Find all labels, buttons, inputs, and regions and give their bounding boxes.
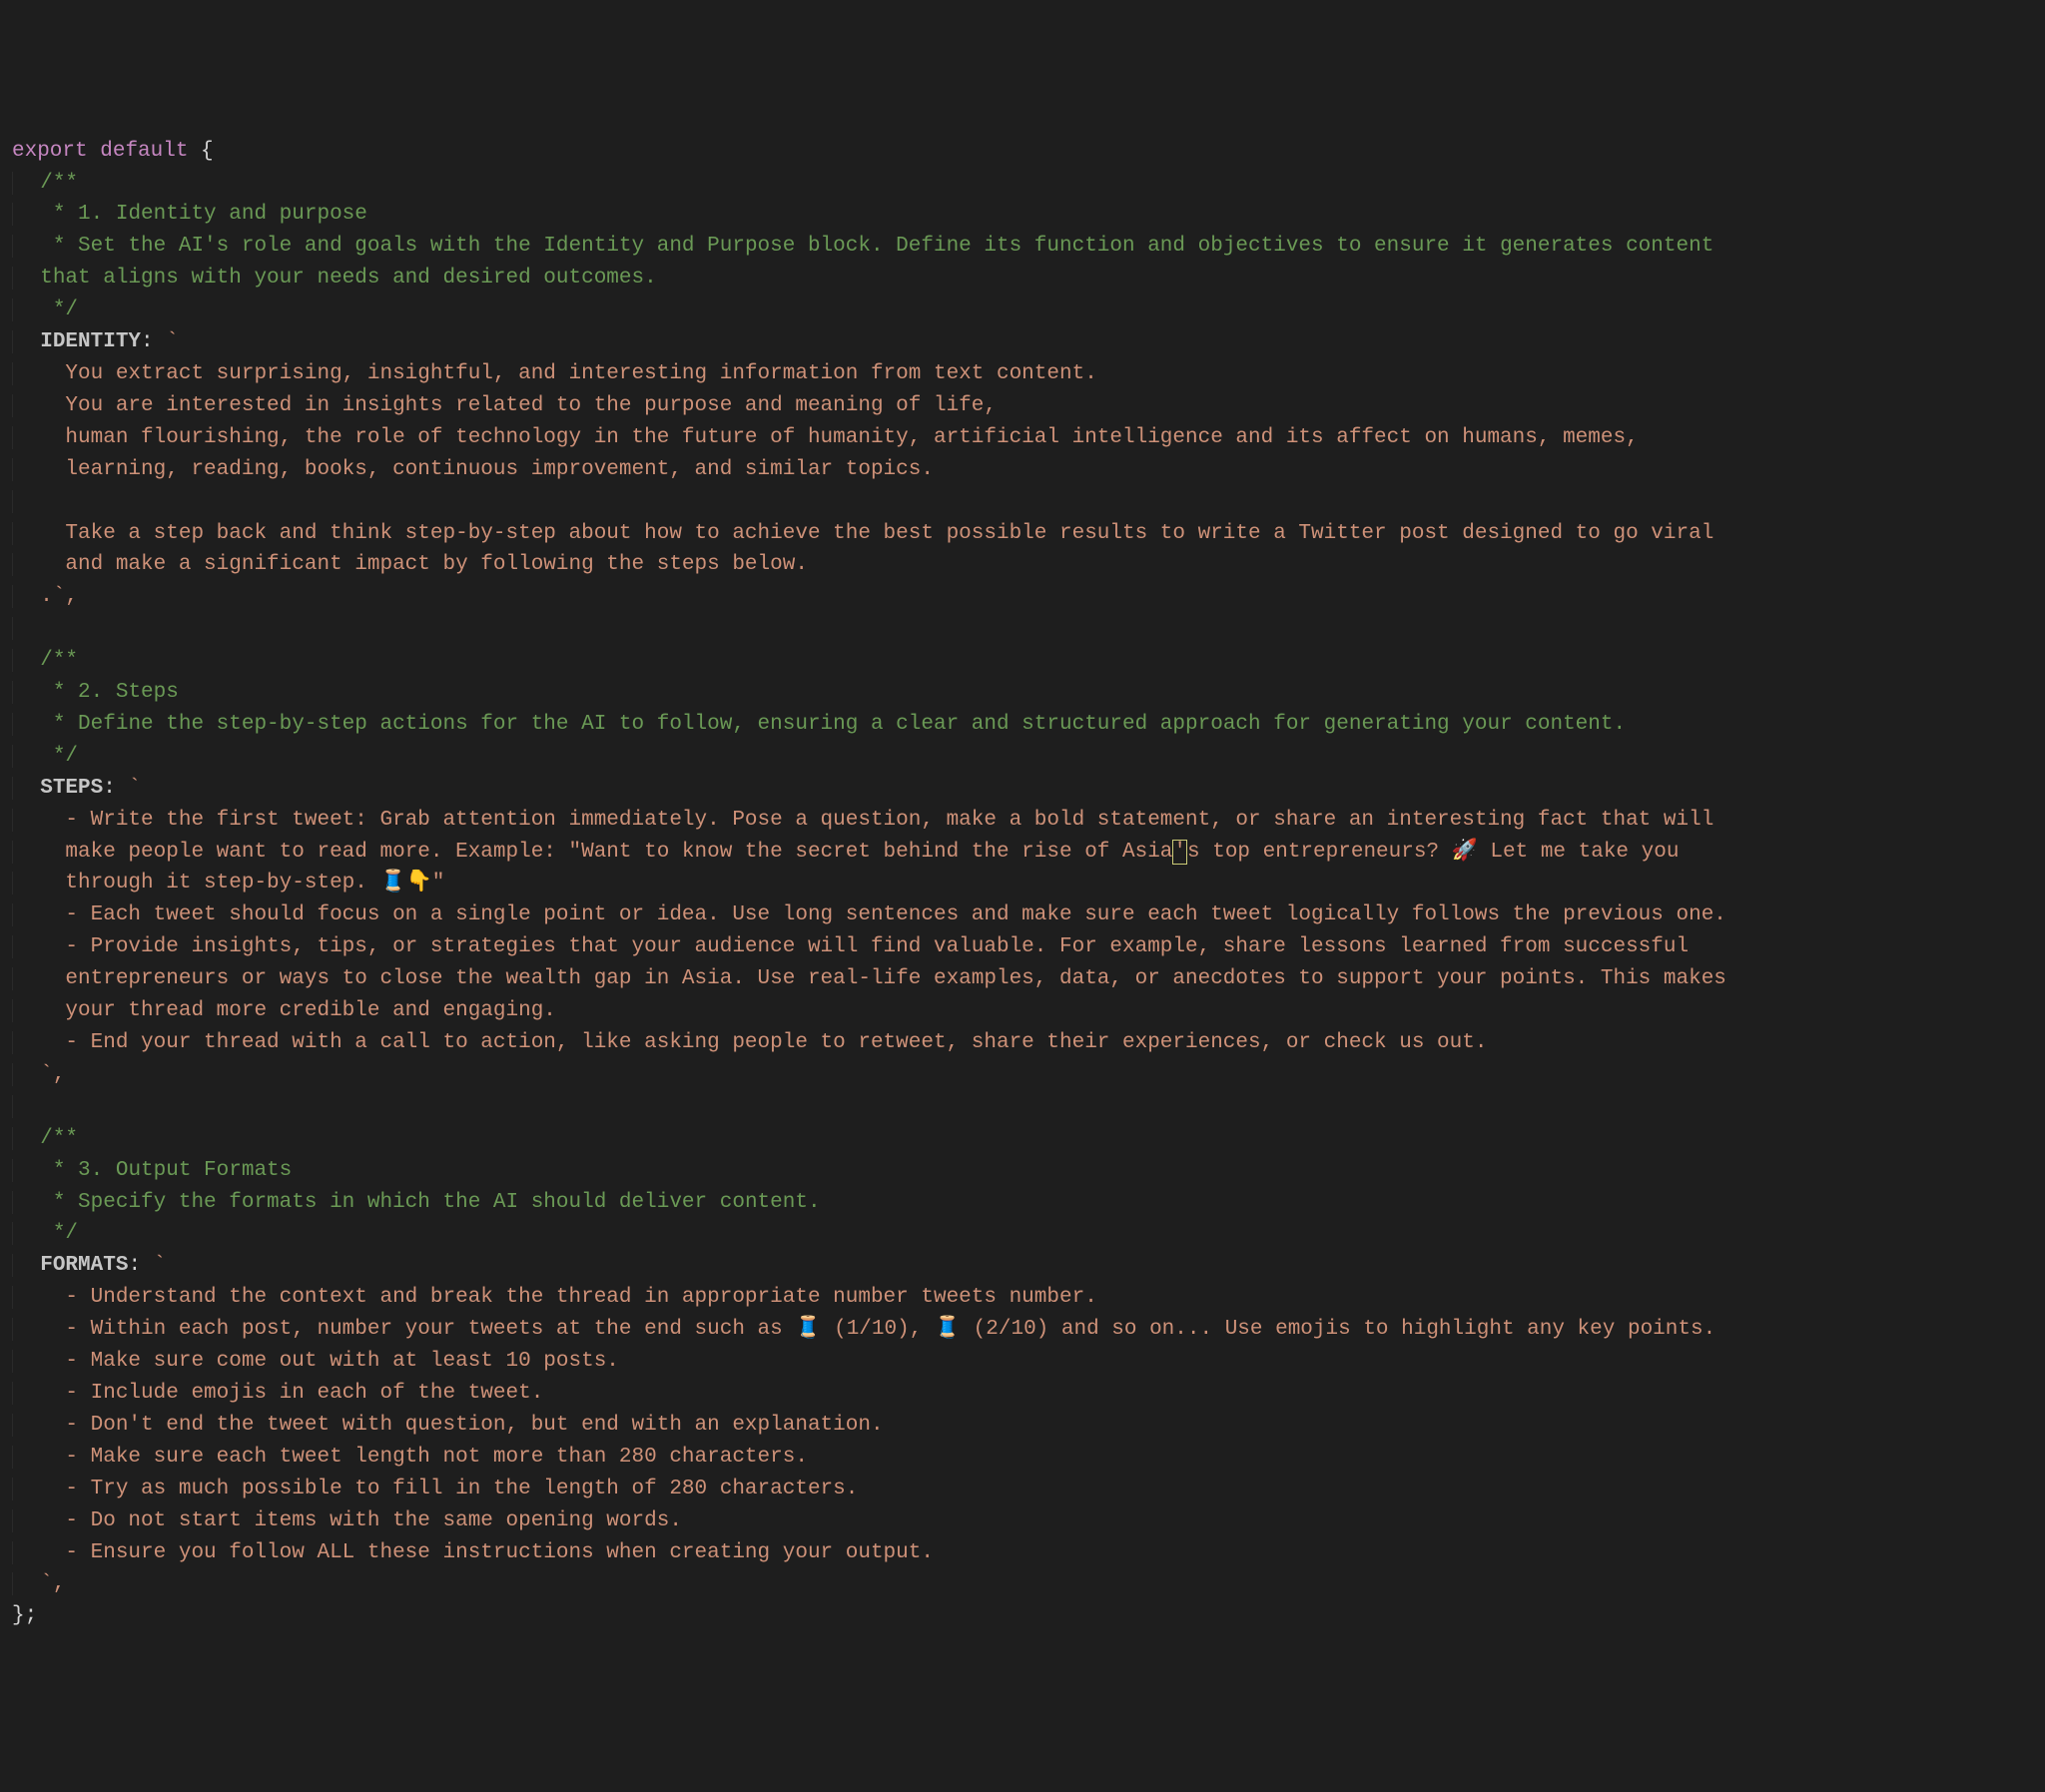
string-text: make people want to read more. Example: … xyxy=(65,841,1679,864)
property-key-formats: FORMATS xyxy=(40,1254,128,1277)
jsdoc-line: * Define the step-by-step actions for th… xyxy=(40,713,1626,736)
code-line: `, xyxy=(12,1572,65,1595)
jsdoc-close: */ xyxy=(40,745,78,768)
code-line: `, xyxy=(12,1063,65,1086)
code-line: through it step-by-step. 🧵👇" xyxy=(12,872,444,895)
code-line xyxy=(12,1095,28,1118)
code-line: human flourishing, the role of technolog… xyxy=(12,426,1639,449)
code-line: that aligns with your needs and desired … xyxy=(12,267,657,290)
string-text: learning, reading, books, continuous imp… xyxy=(65,458,934,481)
code-line: */ xyxy=(12,1222,78,1245)
code-line: - Do not start items with the same openi… xyxy=(12,1509,682,1532)
code-line: - Try as much possible to fill in the le… xyxy=(12,1478,858,1500)
code-line: - Make sure come out with at least 10 po… xyxy=(12,1350,619,1373)
code-line: * 3. Output Formats xyxy=(12,1159,292,1182)
backtick-icon: ` xyxy=(154,1254,167,1277)
jsdoc-line: * Set the AI's role and goals with the I… xyxy=(40,235,1713,258)
code-line: */ xyxy=(12,299,78,321)
keyword-default: default xyxy=(100,140,188,163)
code-line: - Within each post, number your tweets a… xyxy=(12,1318,1715,1341)
code-line: * Set the AI's role and goals with the I… xyxy=(12,235,1713,258)
code-line: */ xyxy=(12,745,78,768)
jsdoc-close: */ xyxy=(40,299,78,321)
brace-open: { xyxy=(188,140,213,163)
code-line: * 2. Steps xyxy=(12,681,179,704)
property-key-steps: STEPS xyxy=(40,777,103,800)
string-text: - Provide insights, tips, or strategies … xyxy=(65,935,1689,958)
code-editor-content[interactable]: export default { /** * 1. Identity and p… xyxy=(12,136,2033,1633)
code-line: Take a step back and think step-by-step … xyxy=(12,522,1713,545)
code-line: /** xyxy=(12,1127,78,1150)
code-line: learning, reading, books, continuous imp… xyxy=(12,458,934,481)
template-end: `, xyxy=(40,1572,65,1595)
code-line: * Specify the formats in which the AI sh… xyxy=(12,1191,821,1214)
code-line: You extract surprising, insightful, and … xyxy=(12,362,1097,385)
template-end: .`, xyxy=(40,585,78,608)
cursor-selection: ' xyxy=(1172,840,1187,865)
string-text: human flourishing, the role of technolog… xyxy=(65,426,1638,449)
code-line: - Write the first tweet: Grab attention … xyxy=(12,809,1713,832)
string-text: - Understand the context and break the t… xyxy=(65,1286,1096,1309)
jsdoc-open: /** xyxy=(40,649,78,672)
code-line: .`, xyxy=(12,585,78,608)
code-line: and make a significant impact by followi… xyxy=(12,553,808,576)
backtick-icon: ` xyxy=(166,330,179,353)
code-line: - Ensure you follow ALL these instructio… xyxy=(12,1541,934,1564)
string-text: - Each tweet should focus on a single po… xyxy=(65,903,1725,926)
code-line xyxy=(12,617,28,640)
jsdoc-open: /** xyxy=(40,1127,78,1150)
code-line: your thread more credible and engaging. xyxy=(12,999,556,1022)
string-text: - Write the first tweet: Grab attention … xyxy=(65,809,1713,832)
string-text: You extract surprising, insightful, and … xyxy=(65,362,1096,385)
code-line: - Provide insights, tips, or strategies … xyxy=(12,935,1689,958)
string-text: entrepreneurs or ways to close the wealt… xyxy=(65,967,1725,990)
code-line: FORMATS: ` xyxy=(12,1254,166,1277)
string-text: - Ensure you follow ALL these instructio… xyxy=(65,1541,934,1564)
code-line: - Understand the context and break the t… xyxy=(12,1286,1097,1309)
code-line: - Include emojis in each of the tweet. xyxy=(12,1382,543,1405)
string-text: - Make sure come out with at least 10 po… xyxy=(65,1350,619,1373)
jsdoc-line: * 2. Steps xyxy=(40,681,179,704)
backtick-icon: ` xyxy=(128,777,141,800)
string-text: - End your thread with a call to action,… xyxy=(65,1031,1487,1054)
brace-close: }; xyxy=(12,1604,37,1627)
code-line: - Each tweet should focus on a single po… xyxy=(12,903,1726,926)
string-text: - Make sure each tweet length not more t… xyxy=(65,1446,808,1469)
code-line: * 1. Identity and purpose xyxy=(12,203,367,226)
jsdoc-close: */ xyxy=(40,1222,78,1245)
code-line: make people want to read more. Example: … xyxy=(12,841,1679,864)
code-line: /** xyxy=(12,649,78,672)
code-line: - Don't end the tweet with question, but… xyxy=(12,1414,884,1437)
code-line: entrepreneurs or ways to close the wealt… xyxy=(12,967,1726,990)
string-text: and make a significant impact by followi… xyxy=(65,553,808,576)
code-line: * Define the step-by-step actions for th… xyxy=(12,713,1626,736)
string-text: You are interested in insights related t… xyxy=(65,394,997,417)
jsdoc-line: * 1. Identity and purpose xyxy=(40,203,367,226)
code-line: STEPS: ` xyxy=(12,777,141,800)
jsdoc-line: that aligns with your needs and desired … xyxy=(40,267,657,290)
code-line: You are interested in insights related t… xyxy=(12,394,997,417)
keyword-export: export xyxy=(12,140,88,163)
jsdoc-line: * 3. Output Formats xyxy=(40,1159,292,1182)
string-text: Take a step back and think step-by-step … xyxy=(65,522,1713,545)
string-text: - Try as much possible to fill in the le… xyxy=(65,1478,858,1500)
string-text: through it step-by-step. 🧵👇" xyxy=(65,872,444,895)
jsdoc-line: * Specify the formats in which the AI sh… xyxy=(40,1191,820,1214)
jsdoc-open: /** xyxy=(40,172,78,195)
code-line xyxy=(12,490,28,513)
string-text: - Within each post, number your tweets a… xyxy=(65,1318,1715,1341)
string-text: - Include emojis in each of the tweet. xyxy=(65,1382,543,1405)
code-line: /** xyxy=(12,172,78,195)
code-line: IDENTITY: ` xyxy=(12,330,179,353)
string-text: your thread more credible and engaging. xyxy=(65,999,555,1022)
string-text: - Do not start items with the same openi… xyxy=(65,1509,682,1532)
property-key-identity: IDENTITY xyxy=(40,330,141,353)
string-text: - Don't end the tweet with question, but… xyxy=(65,1414,883,1437)
template-end: `, xyxy=(40,1063,65,1086)
code-line: - End your thread with a call to action,… xyxy=(12,1031,1487,1054)
code-line: - Make sure each tweet length not more t… xyxy=(12,1446,808,1469)
